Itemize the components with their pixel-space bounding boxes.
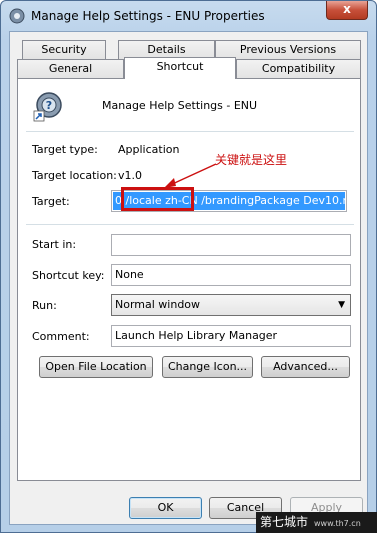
watermark-text: 第七城市: [260, 515, 309, 529]
tab-general[interactable]: General: [17, 59, 124, 78]
target-type-label: Target type:: [32, 143, 98, 156]
watermark: 第七城市 www.th7.cn: [256, 512, 377, 533]
shortcut-panel: ? Manage Help Settings - ENU Target type…: [17, 78, 361, 481]
comment-label: Comment:: [32, 330, 90, 343]
run-label: Run:: [32, 299, 57, 312]
tab-previous-versions[interactable]: Previous Versions: [215, 40, 361, 59]
target-location-value: v1.0: [118, 169, 143, 182]
watermark-url: www.th7.cn: [314, 519, 361, 528]
run-select[interactable]: Normal window ▼: [111, 294, 351, 316]
window-title: Manage Help Settings - ENU Properties: [31, 9, 265, 23]
comment-input[interactable]: Launch Help Library Manager: [111, 325, 351, 347]
shortcut-name: Manage Help Settings - ENU: [102, 99, 258, 112]
divider: [26, 224, 354, 225]
chevron-down-icon: ▼: [338, 300, 345, 310]
dialog-client: Security Details Previous Versions Gener…: [9, 31, 368, 525]
shortcut-key-label: Shortcut key:: [32, 269, 105, 282]
tab-security[interactable]: Security: [22, 40, 106, 59]
annotation-text: 关键就是这里: [215, 153, 288, 167]
tab-compatibility[interactable]: Compatibility: [236, 59, 361, 78]
ok-button[interactable]: OK: [129, 497, 202, 519]
app-icon: [9, 8, 25, 24]
target-label: Target:: [32, 195, 70, 208]
change-icon-button[interactable]: Change Icon...: [162, 356, 253, 378]
annotation-highlight-box: [121, 187, 194, 211]
svg-text:?: ?: [46, 99, 52, 112]
start-in-input[interactable]: [111, 234, 351, 256]
title-bar[interactable]: Manage Help Settings - ENU Properties x: [1, 1, 376, 31]
close-button[interactable]: x: [326, 1, 368, 20]
divider: [26, 131, 354, 132]
target-type-value: Application: [118, 143, 180, 156]
settings-gear-icon: ?: [33, 92, 62, 122]
properties-window: Manage Help Settings - ENU Properties x …: [0, 0, 377, 533]
annotation-arrow-icon: [164, 163, 217, 188]
run-selected-value: Normal window: [115, 298, 201, 311]
shortcut-key-input[interactable]: None: [111, 264, 351, 286]
open-file-location-button[interactable]: Open File Location: [39, 356, 153, 378]
tab-shortcut[interactable]: Shortcut: [124, 57, 236, 79]
target-location-label: Target location:: [32, 169, 117, 182]
start-in-label: Start in:: [32, 238, 77, 251]
advanced-button[interactable]: Advanced...: [261, 356, 350, 378]
